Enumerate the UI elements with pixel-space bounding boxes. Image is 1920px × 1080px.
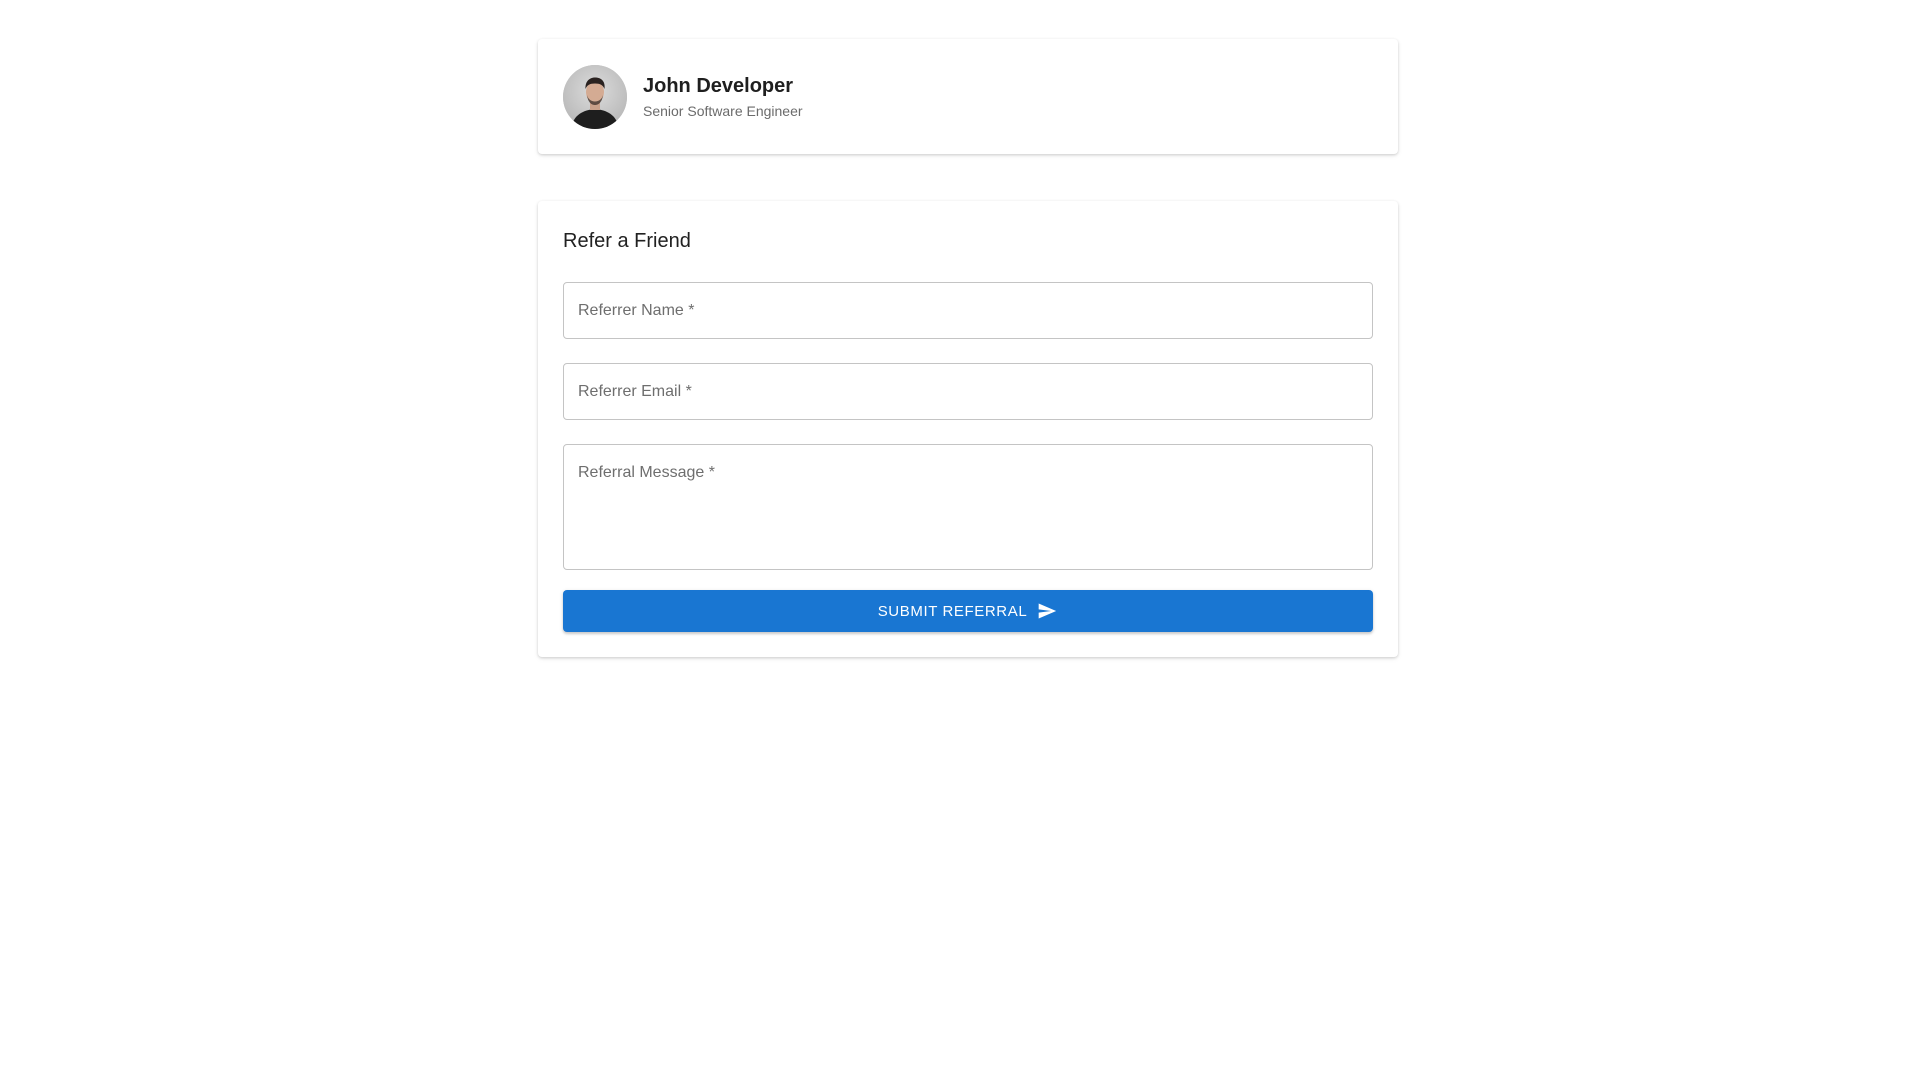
referrer-email-input[interactable] [564, 364, 1372, 419]
submit-referral-button[interactable]: Submit Referral [563, 590, 1373, 632]
send-icon [1036, 601, 1058, 621]
referrer-name-input[interactable] [564, 283, 1372, 338]
referrer-name-field: Referrer Name * [563, 282, 1373, 339]
profile-name: John Developer [643, 74, 794, 97]
submit-referral-label: Submit Referral [877, 602, 1028, 620]
profile-job-title: Senior Software Engineer [643, 102, 803, 119]
referral-message-field: Referral Message * [563, 444, 1373, 570]
profile-info: John Developer Senior Software Engineer [643, 73, 803, 121]
referral-form-card: Refer a Friend Referrer Name * Referrer … [538, 201, 1398, 657]
referral-message-input[interactable] [564, 445, 1372, 569]
referrer-email-field: Referrer Email * [563, 363, 1373, 420]
avatar [563, 64, 627, 129]
page-container: John Developer Senior Software Engineer … [538, 39, 1398, 657]
person-avatar-icon [563, 64, 627, 129]
profile-card: John Developer Senior Software Engineer [538, 39, 1398, 154]
form-title: Refer a Friend [563, 230, 691, 252]
